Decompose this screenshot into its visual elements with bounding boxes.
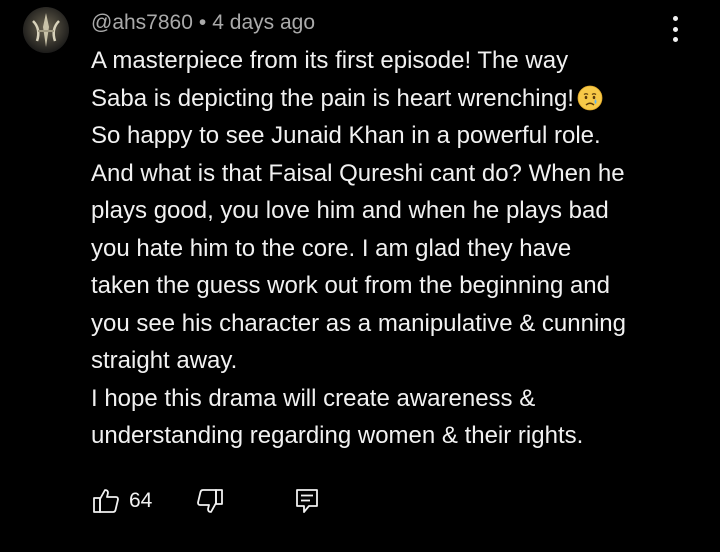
comment-line: you see his character as a manipulative …	[91, 309, 626, 337]
thumbs-up-icon[interactable]	[91, 486, 121, 516]
comment-line: you hate him to the core. I am glad they…	[91, 234, 572, 262]
comment-actions: 64	[91, 486, 371, 516]
comment-line: understanding regarding women & their ri…	[91, 422, 584, 449]
avatar-image	[23, 7, 69, 53]
comment-line: A masterpiece from its first episode! Th…	[91, 47, 569, 74]
comment-line: plays good, you love him and when he pla…	[91, 197, 609, 224]
comment-line-with-emoji: Saba is depicting the pain is heart wren…	[91, 80, 691, 118]
comment-line: taken the guess work out from the beginn…	[91, 272, 610, 299]
more-vertical-icon[interactable]	[664, 14, 686, 44]
thumbs-down-icon[interactable]	[195, 486, 225, 516]
meta-separator: •	[198, 11, 207, 34]
reply-comment-icon[interactable]	[292, 486, 322, 516]
comment: @ahs7860 • 4 days ago A masterpiece from i…	[0, 0, 720, 552]
comment-line: Saba is depicting the pain is heart wren…	[91, 84, 574, 112]
comment-text: A masterpiece from its first episode! Th…	[91, 42, 691, 455]
menu-dot	[672, 16, 678, 21]
comment-header: @ahs7860 • 4 days ago	[91, 9, 315, 37]
comment-line: I hope this drama will create awareness …	[91, 384, 536, 412]
menu-dot	[672, 26, 678, 32]
comment-line: So happy to see Junaid Khan in a powerfu…	[91, 122, 601, 149]
like-count: 64	[129, 489, 153, 512]
author-name[interactable]: @ahs7860	[91, 11, 193, 34]
comment-line: straight away.	[91, 347, 238, 374]
comment-timestamp[interactable]: 4 days ago	[212, 11, 315, 34]
comment-line: And what is that Faisal Qureshi cant do?…	[91, 159, 625, 187]
avatar[interactable]	[23, 7, 69, 53]
crying-face-emoji	[577, 85, 603, 111]
